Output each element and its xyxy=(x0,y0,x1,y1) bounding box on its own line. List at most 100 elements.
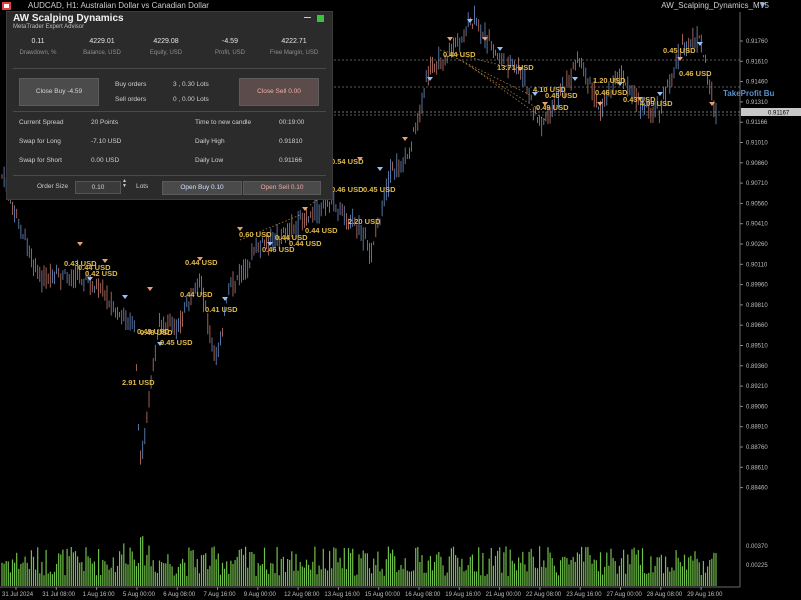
profit-annotation: 4.09 USD xyxy=(640,99,673,108)
price-tick-label: 0.89060 xyxy=(746,404,768,410)
price-tick-label: 0.89810 xyxy=(746,303,768,309)
panel-header[interactable]: AW Scalping Dynamics MetaTrader Expert A… xyxy=(7,12,332,34)
time-tick-label: 16 Aug 08:00 xyxy=(405,592,441,598)
summary-profit: -4.59 Profit, USD xyxy=(199,38,261,56)
profit-annotation: 0.45 USD xyxy=(663,46,696,55)
trade-arrow-icon xyxy=(697,42,703,46)
profit-annotation: 0.44 USD xyxy=(305,226,338,235)
open-sell-button[interactable]: Open Sell 0.10 xyxy=(243,181,321,195)
time-tick-label: 31 Jul 2024 xyxy=(2,592,34,598)
daily-low-label: Daily Low xyxy=(195,157,224,164)
trade-arrow-icon xyxy=(222,297,228,301)
free-margin-label: Free Margin, USD xyxy=(269,50,319,56)
price-tick-label: 0.91460 xyxy=(746,80,768,86)
profit-annotation: 0.45 USD xyxy=(160,338,193,347)
profit-annotation: 13.71 USD xyxy=(497,63,534,72)
panel-subtitle: MetaTrader Expert Advisor xyxy=(13,24,85,30)
price-tick-label: 0.90110 xyxy=(746,262,768,268)
price-tick-label: 0.90410 xyxy=(746,222,768,228)
price-tick-label: 0.88610 xyxy=(746,465,768,471)
profit-annotation: 0.60 USD xyxy=(239,230,272,239)
time-tick-label: 1 Aug 16:00 xyxy=(83,592,116,598)
swap-long-value: -7.10 USD xyxy=(91,138,122,145)
price-tick-label: 0.90860 xyxy=(746,161,768,167)
close-buy-button[interactable]: Close Buy -4.59 xyxy=(19,78,99,106)
drawdown-label: Drawdown, % xyxy=(19,50,57,56)
profit-annotation: 0.45 USD xyxy=(545,91,578,100)
trade-arrow-icon xyxy=(147,287,153,291)
sell-orders-label: Sell orders xyxy=(115,96,147,103)
balance-value: 4229.01 xyxy=(89,38,115,45)
profit-annotation: 0.41 USD xyxy=(205,305,238,314)
close-sell-button[interactable]: Close Sell 0.00 xyxy=(239,78,319,106)
time-tick-label: 27 Aug 00:00 xyxy=(607,592,643,598)
time-tick-label: 28 Aug 08:00 xyxy=(647,592,683,598)
profit-annotation: 0.44 USD xyxy=(185,258,218,267)
profit-annotation: 0.43 USD xyxy=(137,327,170,336)
order-size-stepper[interactable]: ▲ ▼ xyxy=(122,179,127,189)
trade-arrow-icon xyxy=(497,47,503,51)
trade-arrow-icon xyxy=(77,242,83,246)
buy-orders-value: 3 , 0.30 Lots xyxy=(173,81,209,88)
summary-balance: 4229.01 Balance, USD xyxy=(71,38,133,56)
equity-value: 4229.08 xyxy=(153,38,179,45)
lots-label: Lots xyxy=(136,183,149,190)
profit-annotation: 2.91 USD xyxy=(122,378,155,387)
profit-annotation: 0.44 USD xyxy=(443,50,476,59)
trade-arrow-icon xyxy=(447,37,453,41)
volume-tick-label: 0.00370 xyxy=(746,544,768,550)
profit-annotation: 0.46 USD xyxy=(331,185,364,194)
time-tick-label: 12 Aug 08:00 xyxy=(284,592,320,598)
time-tick-label: 9 Aug 00:00 xyxy=(244,592,277,598)
profit-annotation: 0.46 USD xyxy=(679,69,712,78)
time-tick-label: 31 Jul 08:00 xyxy=(42,592,75,598)
daily-high-value: 0.91810 xyxy=(279,138,303,145)
trade-link-line xyxy=(449,54,531,96)
price-tick-label: 0.91010 xyxy=(746,141,768,147)
open-buy-button[interactable]: Open Buy 0.10 xyxy=(162,181,242,195)
current-spread-value: 20 Points xyxy=(91,119,119,126)
price-tick-label: 0.88910 xyxy=(746,425,768,431)
minimize-icon[interactable] xyxy=(304,17,311,18)
trade-arrow-icon xyxy=(377,167,383,171)
price-axis: 0.91760 0.91610 0.91460 0.91310 0.91166 0.910… xyxy=(740,39,801,569)
buy-orders-label: Buy orders xyxy=(115,81,147,88)
divider xyxy=(13,68,326,69)
profit-annotation: 1.20 USD xyxy=(593,76,626,85)
time-tick-label: 5 Aug 00:00 xyxy=(123,592,156,598)
maximize-icon[interactable] xyxy=(317,15,324,22)
price-tick-label: 0.89660 xyxy=(746,323,768,329)
profit-annotation: 0.54 USD xyxy=(331,157,364,166)
time-tick-label: 19 Aug 16:00 xyxy=(445,592,481,598)
price-tick-label: 0.88760 xyxy=(746,445,768,451)
order-size-input[interactable]: 0.10 xyxy=(75,181,121,194)
price-tick-label: 0.89510 xyxy=(746,344,768,350)
sell-orders-value: 0 , 0.00 Lots xyxy=(173,96,209,103)
summary-free-margin: 4222.71 Free Margin, USD xyxy=(263,38,325,56)
free-margin-value: 4222.71 xyxy=(281,38,307,45)
profit-annotation: 0.46 USD xyxy=(262,245,295,254)
ea-control-panel: AW Scalping Dynamics MetaTrader Expert A… xyxy=(6,11,333,200)
time-tick-label: 7 Aug 16:00 xyxy=(204,592,237,598)
price-tick-label: 0.91610 xyxy=(746,59,768,65)
order-size-label: Order Size xyxy=(37,183,69,190)
price-tick-label: 0.91310 xyxy=(746,100,768,106)
profit-label: Profit, USD xyxy=(214,50,245,56)
trade-arrow-icon xyxy=(657,92,663,96)
price-tick-label: 0.89960 xyxy=(746,283,768,289)
drawdown-value: 0.11 xyxy=(31,38,45,45)
profit-annotation: 0.49 USD xyxy=(536,103,569,112)
takeprofit-label: TakeProfit Bu xyxy=(723,89,775,98)
price-tick-label: 0.89360 xyxy=(746,364,768,370)
balance-label: Balance, USD xyxy=(83,50,121,56)
trade-arrow-icon xyxy=(597,102,603,106)
price-tick-label: 0.90260 xyxy=(746,242,768,248)
swap-long-label: Swap for Long xyxy=(19,138,61,145)
profit-annotation: 0.44 USD xyxy=(180,290,213,299)
price-tick-label: 0.88460 xyxy=(746,486,768,492)
new-candle-label: Time to new candle xyxy=(195,119,252,126)
time-tick-label: 13 Aug 16:00 xyxy=(324,592,360,598)
time-axis: 31 Jul 2024 31 Jul 08:00 1 Aug 16:00 5 Aug … xyxy=(2,587,723,598)
time-tick-label: 29 Aug 16:00 xyxy=(687,592,723,598)
profit-annotation: 2.20 USD xyxy=(348,217,381,226)
